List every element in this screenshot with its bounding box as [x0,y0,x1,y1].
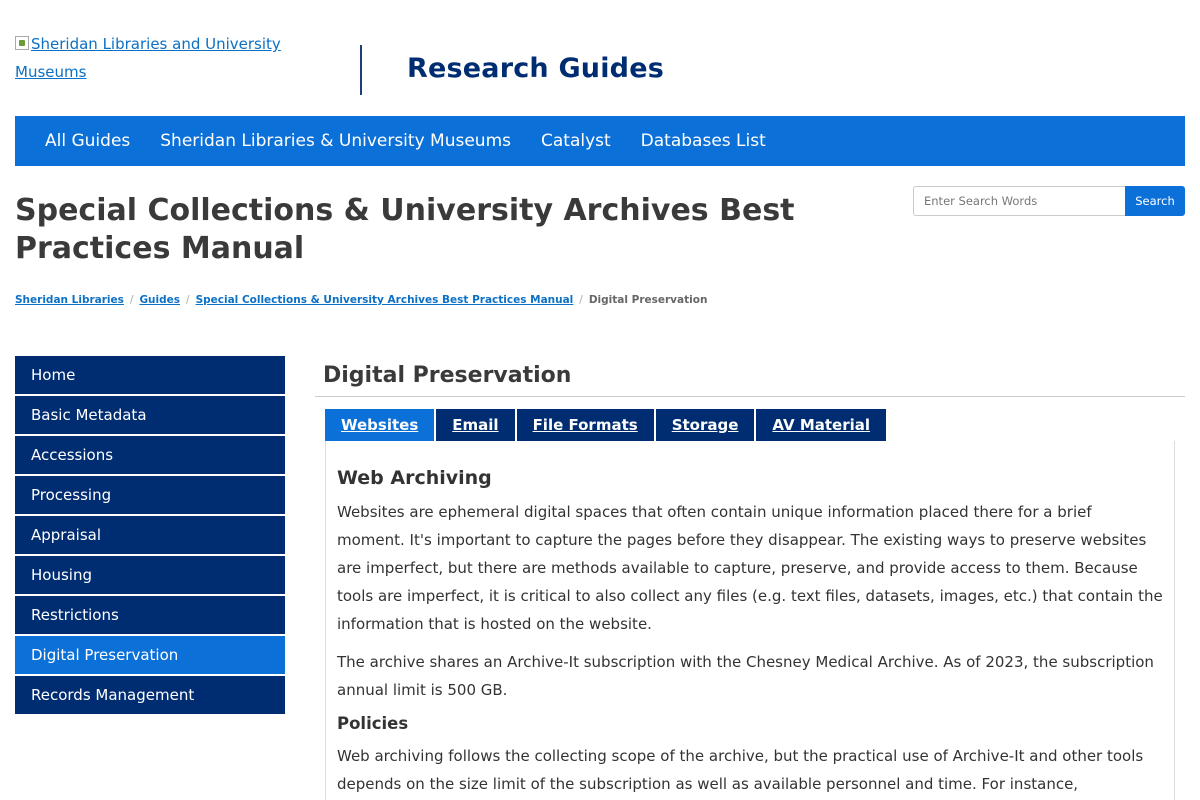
top-navbar: All Guides Sheridan Libraries & Universi… [15,116,1185,166]
body-paragraph: The archive shares an Archive-It subscri… [337,653,1154,699]
sidebar-item-records-management[interactable]: Records Management [15,676,285,714]
section-heading: Web Archiving [337,467,492,489]
page-heading: Digital Preservation [323,363,572,388]
sidebar-item-appraisal[interactable]: Appraisal [15,516,285,554]
sidebar-item-digital-preservation[interactable]: Digital Preservation [15,636,285,674]
sidebar-item-basic-metadata[interactable]: Basic Metadata [15,396,285,434]
site-title[interactable]: Research Guides [407,53,664,84]
breadcrumb-guide[interactable]: Special Collections & University Archive… [196,294,574,306]
body-paragraph: Web archiving follows the collecting sco… [337,747,1144,793]
content-tabs: Websites Email File Formats Storage AV M… [325,409,888,441]
tab-av-material[interactable]: AV Material [756,409,887,441]
search-input[interactable] [913,186,1125,216]
tab-content-panel: Web Archiving Websites are ephemeral dig… [325,441,1175,800]
guide-side-nav: Home Basic Metadata Accessions Processin… [15,356,285,716]
breadcrumb-separator: / [186,294,190,306]
logo-alt-text: Sheridan Libraries and University Museum… [15,35,281,81]
heading-divider [315,396,1185,397]
sidebar-item-processing[interactable]: Processing [15,476,285,514]
tab-file-formats[interactable]: File Formats [516,409,654,441]
subsection-heading: Policies [337,714,409,733]
search-form: Search [913,186,1185,216]
tab-storage[interactable]: Storage [655,409,755,441]
guide-title: Special Collections & University Archive… [15,193,795,266]
tab-email[interactable]: Email [436,409,515,441]
nav-item-catalyst[interactable]: Catalyst [541,131,611,151]
header-divider [360,45,362,95]
breadcrumb: Sheridan Libraries / Guides / Special Co… [15,294,707,306]
broken-image-icon [15,36,29,50]
breadcrumb-current: Digital Preservation [588,294,708,306]
library-logo-link[interactable]: Sheridan Libraries and University Museum… [15,30,315,86]
breadcrumb-guides[interactable]: Guides [139,294,180,306]
nav-item-sheridan-libraries[interactable]: Sheridan Libraries & University Museums [160,131,511,151]
breadcrumb-sheridan-libraries[interactable]: Sheridan Libraries [15,294,124,306]
tab-websites[interactable]: Websites [325,409,435,441]
sidebar-item-home[interactable]: Home [15,356,285,394]
sidebar-item-housing[interactable]: Housing [15,556,285,594]
nav-item-databases-list[interactable]: Databases List [641,131,766,151]
breadcrumb-separator: / [579,294,583,306]
sidebar-item-accessions[interactable]: Accessions [15,436,285,474]
breadcrumb-separator: / [129,294,134,306]
sidebar-item-restrictions[interactable]: Restrictions [15,596,285,634]
search-button[interactable]: Search [1125,186,1185,216]
body-paragraph: Websites are ephemeral digital spaces th… [337,503,1163,633]
nav-item-all-guides[interactable]: All Guides [45,131,130,151]
